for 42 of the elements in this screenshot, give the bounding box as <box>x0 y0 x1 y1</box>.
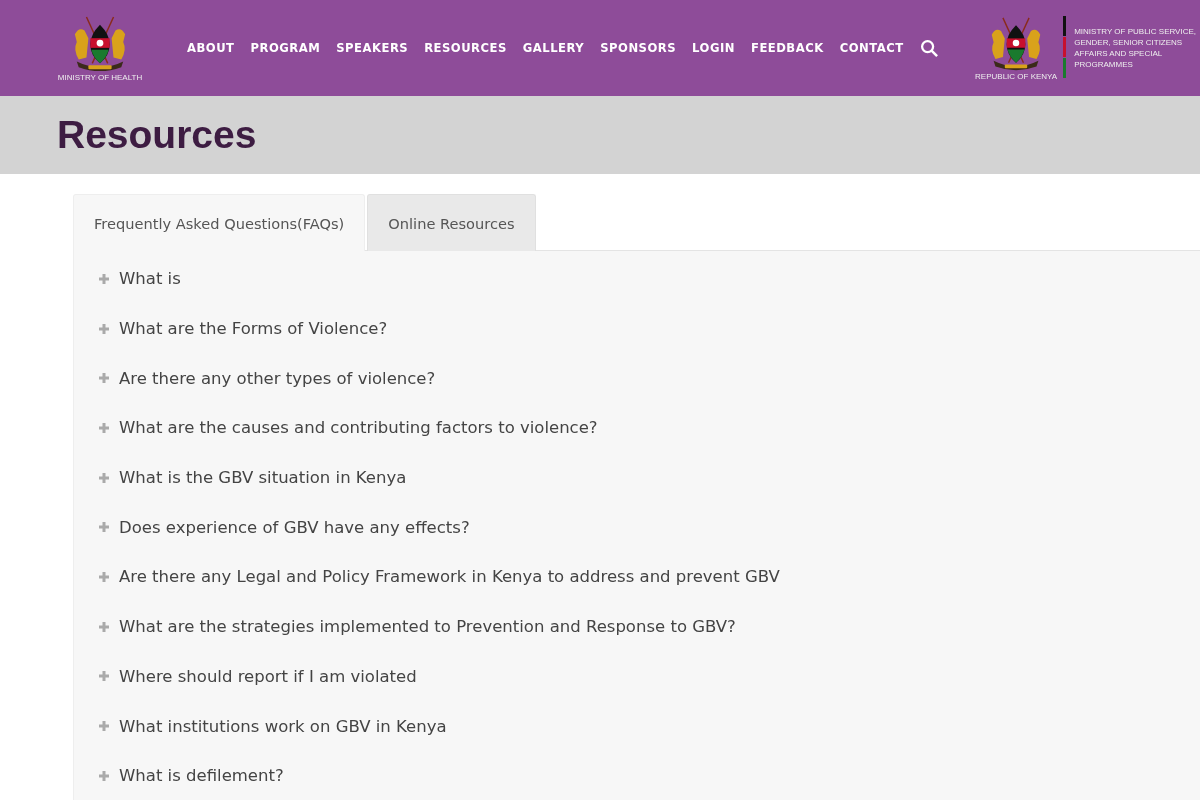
nav-link[interactable]: LOGIN <box>692 41 735 55</box>
nav-link[interactable]: CONTACT <box>839 41 904 55</box>
search-icon[interactable] <box>919 38 939 58</box>
plus-icon[interactable] <box>99 770 109 781</box>
faq-question[interactable]: What are the strategies implemented to Prevention and Response to GBV? <box>119 617 736 637</box>
plus-icon[interactable] <box>99 621 109 632</box>
nav-link[interactable]: ABOUT <box>187 41 235 55</box>
plus-icon[interactable] <box>99 522 109 533</box>
logo-caption: MINISTRY OF HEALTH <box>57 72 143 82</box>
nav-link[interactable]: PROGRAM <box>250 41 321 55</box>
faq-question[interactable]: What is the GBV situation in Kenya <box>119 468 407 488</box>
plus-icon[interactable] <box>99 671 109 682</box>
faq-question[interactable]: What is <box>119 269 181 289</box>
nav-link[interactable]: SPONSORS <box>600 41 677 55</box>
plus-icon[interactable] <box>99 273 109 284</box>
nav-link[interactable]: FEEDBACK <box>751 41 824 55</box>
plus-icon[interactable] <box>99 472 109 483</box>
plus-icon[interactable] <box>99 571 109 582</box>
plus-icon[interactable] <box>99 422 109 433</box>
faq-question[interactable]: What are the causes and contributing factors to violence? <box>119 418 598 438</box>
nav-link[interactable]: GALLERY <box>522 41 585 55</box>
logo-caption: REPUBLIC OF KENYA <box>975 71 1058 81</box>
faq-question[interactable]: Does experience of GBV have any effects? <box>119 517 470 537</box>
plus-icon[interactable] <box>99 323 109 334</box>
tab[interactable]: Frequently Asked Questions(FAQs) <box>73 194 366 251</box>
nav-link[interactable]: RESOURCES <box>424 41 507 55</box>
plus-icon[interactable] <box>99 721 109 732</box>
faq-question[interactable]: What is defilement? <box>119 766 284 786</box>
ministry-name: PROGRAMMES <box>1074 58 1134 70</box>
faq-question[interactable]: What are the Forms of Violence? <box>119 319 388 339</box>
faq-question[interactable]: What institutions work on GBV in Kenya <box>119 716 447 736</box>
flag-stripe-drawing <box>1063 15 1067 78</box>
page-title: Resources <box>57 113 257 157</box>
faq-question[interactable]: Where should report if I am violated <box>119 666 417 686</box>
tab[interactable]: Online Resources <box>367 194 536 251</box>
nav-link[interactable]: SPEAKERS <box>336 41 409 55</box>
faq-question[interactable]: Are there any Legal and Policy Framework in Kenya to address and prevent GBV <box>119 567 780 587</box>
ministry-name: AFFAIRS AND SPECIAL <box>1074 47 1164 59</box>
plus-icon[interactable] <box>99 373 109 384</box>
ministry-name: MINISTRY OF PUBLIC SERVICE, <box>1074 25 1196 37</box>
faq-question[interactable]: Are there any other types of violence? <box>119 368 436 388</box>
ministry-name: GENDER, SENIOR CITIZENS <box>1074 36 1184 48</box>
